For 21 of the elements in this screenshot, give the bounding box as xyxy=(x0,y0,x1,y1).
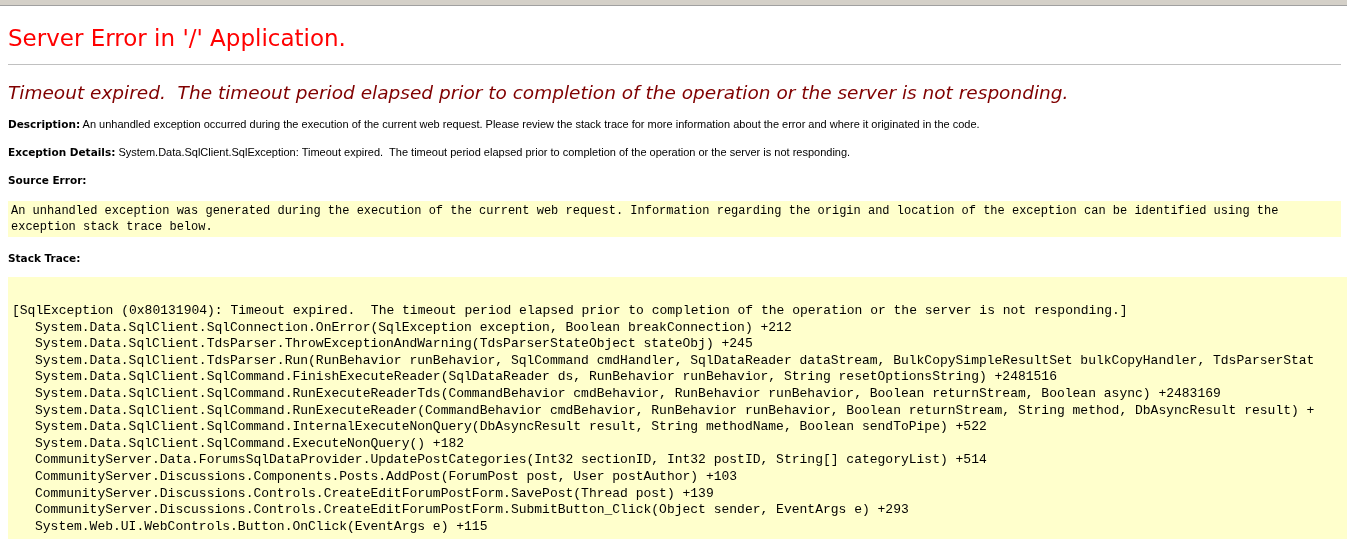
source-error-text: An unhandled exception was generated during the execution of the current web request. Information regarding the origin and location of the exception can be identified using the exception stack trace below. xyxy=(8,201,1341,237)
stack-trace-line: System.Data.SqlClient.SqlCommand.FinishExecuteReader(SqlDataReader ds, RunBehavior runBehavior, String resetOptionsString) +2481516 xyxy=(35,369,1057,386)
stack-trace-line: CommunityServer.Discussions.Controls.CreateEditForumPostForm.SavePost(Thread post) +139 xyxy=(35,485,714,503)
stack-trace-line: System.Data.SqlClient.SqlConnection.OnError(SqlException exception, Boolean breakConnection) +212 xyxy=(35,319,792,337)
stack-trace-line: System.Web.UI.WebControls.Button.OnClick(EventArgs e) +115 xyxy=(35,518,488,536)
stack-trace-line: System.Data.SqlClient.SqlCommand.InternalExecuteNonQuery(DbAsyncResult result, String methodName, Boolean sendToPipe) +522 xyxy=(35,419,987,436)
stack-trace-line: System.Data.SqlClient.SqlCommand.RunExecuteReaderTds(CommandBehavior cmdBehavior, RunBehavior runBehavior, Boolean returnStream, Boolean async) +2483169 xyxy=(35,385,1221,403)
section-heading: Stack Trace: xyxy=(8,251,82,265)
page-title: Server Error in '/' Application. xyxy=(8,24,347,52)
stack-trace-line: System.Data.SqlClient.SqlCommand.RunExecuteReader(CommandBehavior cmdBehavior, RunBehavior runBehavior, Boolean returnStream, String method, DbAsyncResult result) + xyxy=(35,402,1315,420)
section-heading: Source Error: xyxy=(8,173,88,187)
stack-trace-line: System.Data.SqlClient.TdsParser.ThrowExceptionAndWarning(TdsParserStateObject stateObj) +245 xyxy=(35,336,753,353)
stack-trace-line: CommunityServer.Discussions.Controls.CreateEditForumPostForm.SubmitButton_Click(Object sender, EventArgs e) +293 xyxy=(35,502,909,519)
error-message: Timeout expired. The timeout period elapsed prior to completion of the operation or the server is not responding. xyxy=(8,81,1070,105)
stack-trace-line: CommunityServer.Data.ForumsSqlDataProvider.UpdatePostCategories(Int32 sectionID, Int32 postID, String[] categoryList) +514 xyxy=(35,452,987,469)
stack-trace-line: System.Data.SqlClient.SqlCommand.ExecuteNonQuery() +182 xyxy=(35,435,465,453)
error-detail: Description: An unhandled exception occurred during the execution of the current web request. Please review the stack trace for more information about the error and where it originated in the code. xyxy=(8,117,981,131)
stack-trace-line: System.Data.SqlClient.TdsParser.Run(RunBehavior runBehavior, SqlCommand cmdHandler, SqlDataReader dataStream, BulkCopySimpleResultSet bulkCopyHandler, TdsParserStat xyxy=(35,352,1315,370)
stack-trace-line: [SqlException (0x80131904): Timeout expired. The timeout period elapsed prior to completion of the operation or the server is not responding.] xyxy=(12,303,1128,320)
stack-trace-line: CommunityServer.Discussions.Components.Posts.AddPost(ForumPost post, User postAuthor) +103 xyxy=(35,468,738,486)
error-detail: Exception Details: System.Data.SqlClient.SqlException: Timeout expired. The timeout period elapsed prior to completion of the operation or the server is not responding. xyxy=(8,145,852,159)
